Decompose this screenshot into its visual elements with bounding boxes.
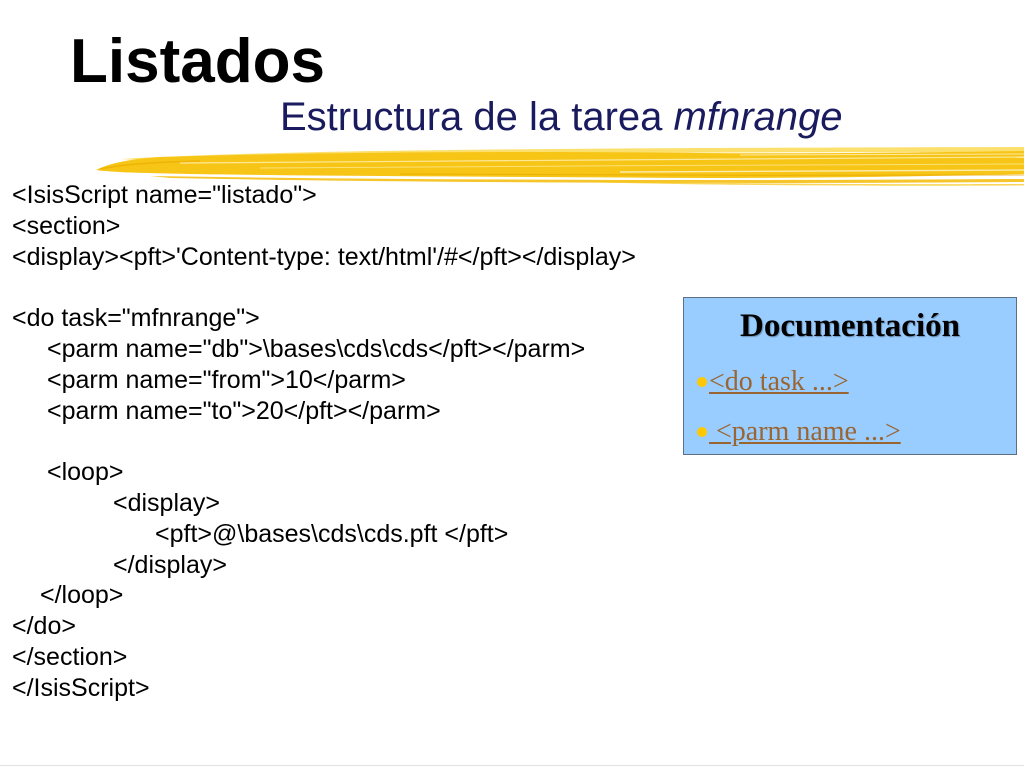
slide-subtitle: Estructura de la tarea mfnrange: [280, 94, 843, 140]
bullet-dot-icon: [697, 377, 707, 387]
documentation-item: <parm name ...>: [697, 415, 901, 449]
slide: Listados Estructura de la tarea mfnrange…: [0, 0, 1024, 768]
subtitle-text: Estructura de la tarea: [280, 95, 663, 139]
code-line: </IsisScript>: [12, 673, 150, 702]
code-line: </display>: [113, 550, 227, 579]
documentation-box-title: Documentación: [740, 308, 960, 344]
subtitle-task-name: mfnrange: [673, 95, 843, 139]
code-line: <section>: [12, 211, 121, 240]
code-line: </loop>: [40, 581, 124, 610]
bullet-dot-icon: [697, 427, 707, 437]
code-line: </do>: [12, 612, 76, 641]
code-line: <pft>@\bases\cds\cds.pft </pft>: [155, 519, 509, 548]
doc-link-do-task[interactable]: <do task ...>: [709, 365, 849, 399]
code-line: <parm name="from">10</parm>: [47, 365, 406, 394]
code-line: <display>: [113, 488, 221, 517]
documentation-item: <do task ...>: [697, 365, 849, 399]
code-line: <display><pft>'Content-type: text/html'/…: [12, 242, 636, 271]
doc-link-parm-name[interactable]: <parm name ...>: [709, 415, 901, 449]
code-line: </section>: [12, 642, 128, 671]
code-line: <IsisScript name="listado">: [12, 181, 317, 209]
code-line: <parm name="db">\bases\cds\cds</pft></pa…: [47, 334, 586, 363]
code-line: <parm name="to">20</pft></parm>: [47, 396, 441, 425]
code-line: <loop>: [47, 458, 124, 487]
slide-title: Listados: [70, 27, 325, 96]
footer-rule: [0, 765, 1024, 766]
code-listing: <IsisScript name="listado"> <section> <d…: [12, 180, 636, 704]
code-line: <do task="mfnrange">: [12, 304, 260, 333]
documentation-box: Documentación <do task ...> <parm name .…: [683, 297, 1017, 455]
